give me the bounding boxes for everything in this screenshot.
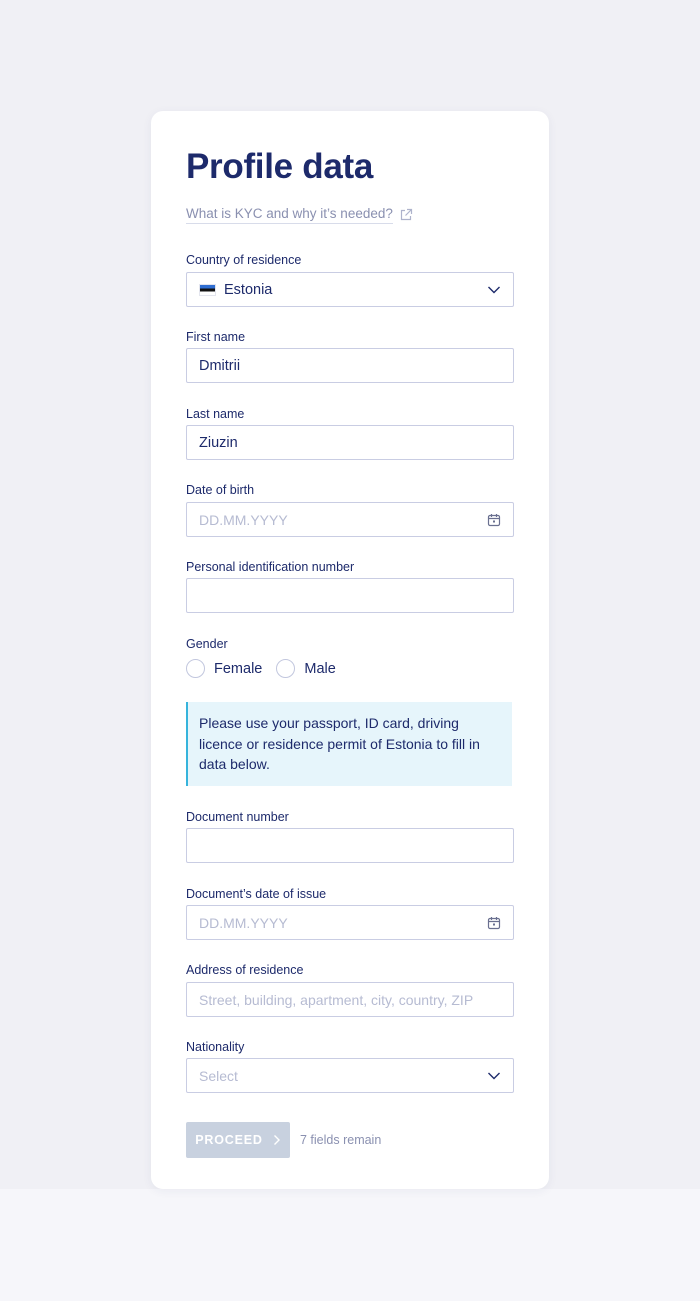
gender-male-label: Male (304, 660, 336, 677)
nationality-placeholder: Select (199, 1067, 238, 1084)
profile-card: Profile data What is KYC and why it’s ne… (151, 111, 549, 1189)
chevron-right-icon (273, 1134, 281, 1146)
date-of-birth-placeholder: DD.MM.YYYY (199, 511, 288, 528)
date-of-birth-label: Date of birth (186, 483, 255, 497)
country-select[interactable]: Estonia (186, 272, 514, 307)
chevron-down-icon (487, 1071, 501, 1080)
document-number-field[interactable] (186, 828, 514, 863)
gender-female-label: Female (214, 660, 263, 677)
kyc-info-link[interactable]: What is KYC and why it’s needed? (186, 206, 413, 224)
last-name-label: Last name (186, 407, 245, 421)
country-label: Country of residence (186, 253, 302, 267)
nationality-select[interactable]: Select (186, 1058, 514, 1093)
kyc-info-link-text: What is KYC and why it’s needed? (186, 206, 393, 224)
document-notice: Please use your passport, ID card, drivi… (186, 702, 512, 786)
fields-remaining-text: 7 fields remain (300, 1133, 382, 1147)
proceed-button-label: PROCEED (195, 1133, 263, 1147)
nationality-label: Nationality (186, 1040, 245, 1054)
address-label: Address of residence (186, 963, 304, 977)
country-value: Estonia (224, 281, 273, 298)
document-issue-date-placeholder: DD.MM.YYYY (199, 914, 288, 931)
personal-id-field[interactable] (186, 578, 514, 613)
chevron-down-icon (487, 285, 501, 294)
external-link-icon (399, 208, 413, 222)
first-name-field[interactable]: Dmitrii (186, 348, 514, 383)
personal-id-label: Personal identification number (186, 560, 355, 574)
proceed-button[interactable]: PROCEED (186, 1122, 290, 1158)
page-title: Profile data (186, 147, 374, 186)
calendar-icon[interactable] (487, 916, 501, 930)
calendar-icon[interactable] (487, 513, 501, 527)
gender-label: Gender (186, 637, 228, 651)
radio-circle[interactable] (186, 659, 205, 678)
document-issue-date-label: Document’s date of issue (186, 887, 327, 901)
last-name-field[interactable]: Ziuzin (186, 425, 514, 460)
gender-female-radio[interactable]: Female (186, 659, 262, 678)
gender-radio-group: Female Male (186, 659, 350, 678)
gender-male-radio[interactable]: Male (276, 659, 336, 678)
last-name-value: Ziuzin (199, 434, 238, 451)
date-of-birth-field[interactable]: DD.MM.YYYY (186, 502, 514, 537)
radio-circle[interactable] (276, 659, 296, 678)
address-field[interactable]: Street, building, apartment, city, count… (186, 982, 514, 1017)
document-number-label: Document number (186, 810, 289, 824)
page-bottom-band (0, 1189, 700, 1301)
first-name-value: Dmitrii (199, 357, 241, 374)
first-name-label: First name (186, 330, 246, 344)
document-issue-date-field[interactable]: DD.MM.YYYY (186, 905, 514, 940)
address-placeholder: Street, building, apartment, city, count… (199, 991, 474, 1008)
